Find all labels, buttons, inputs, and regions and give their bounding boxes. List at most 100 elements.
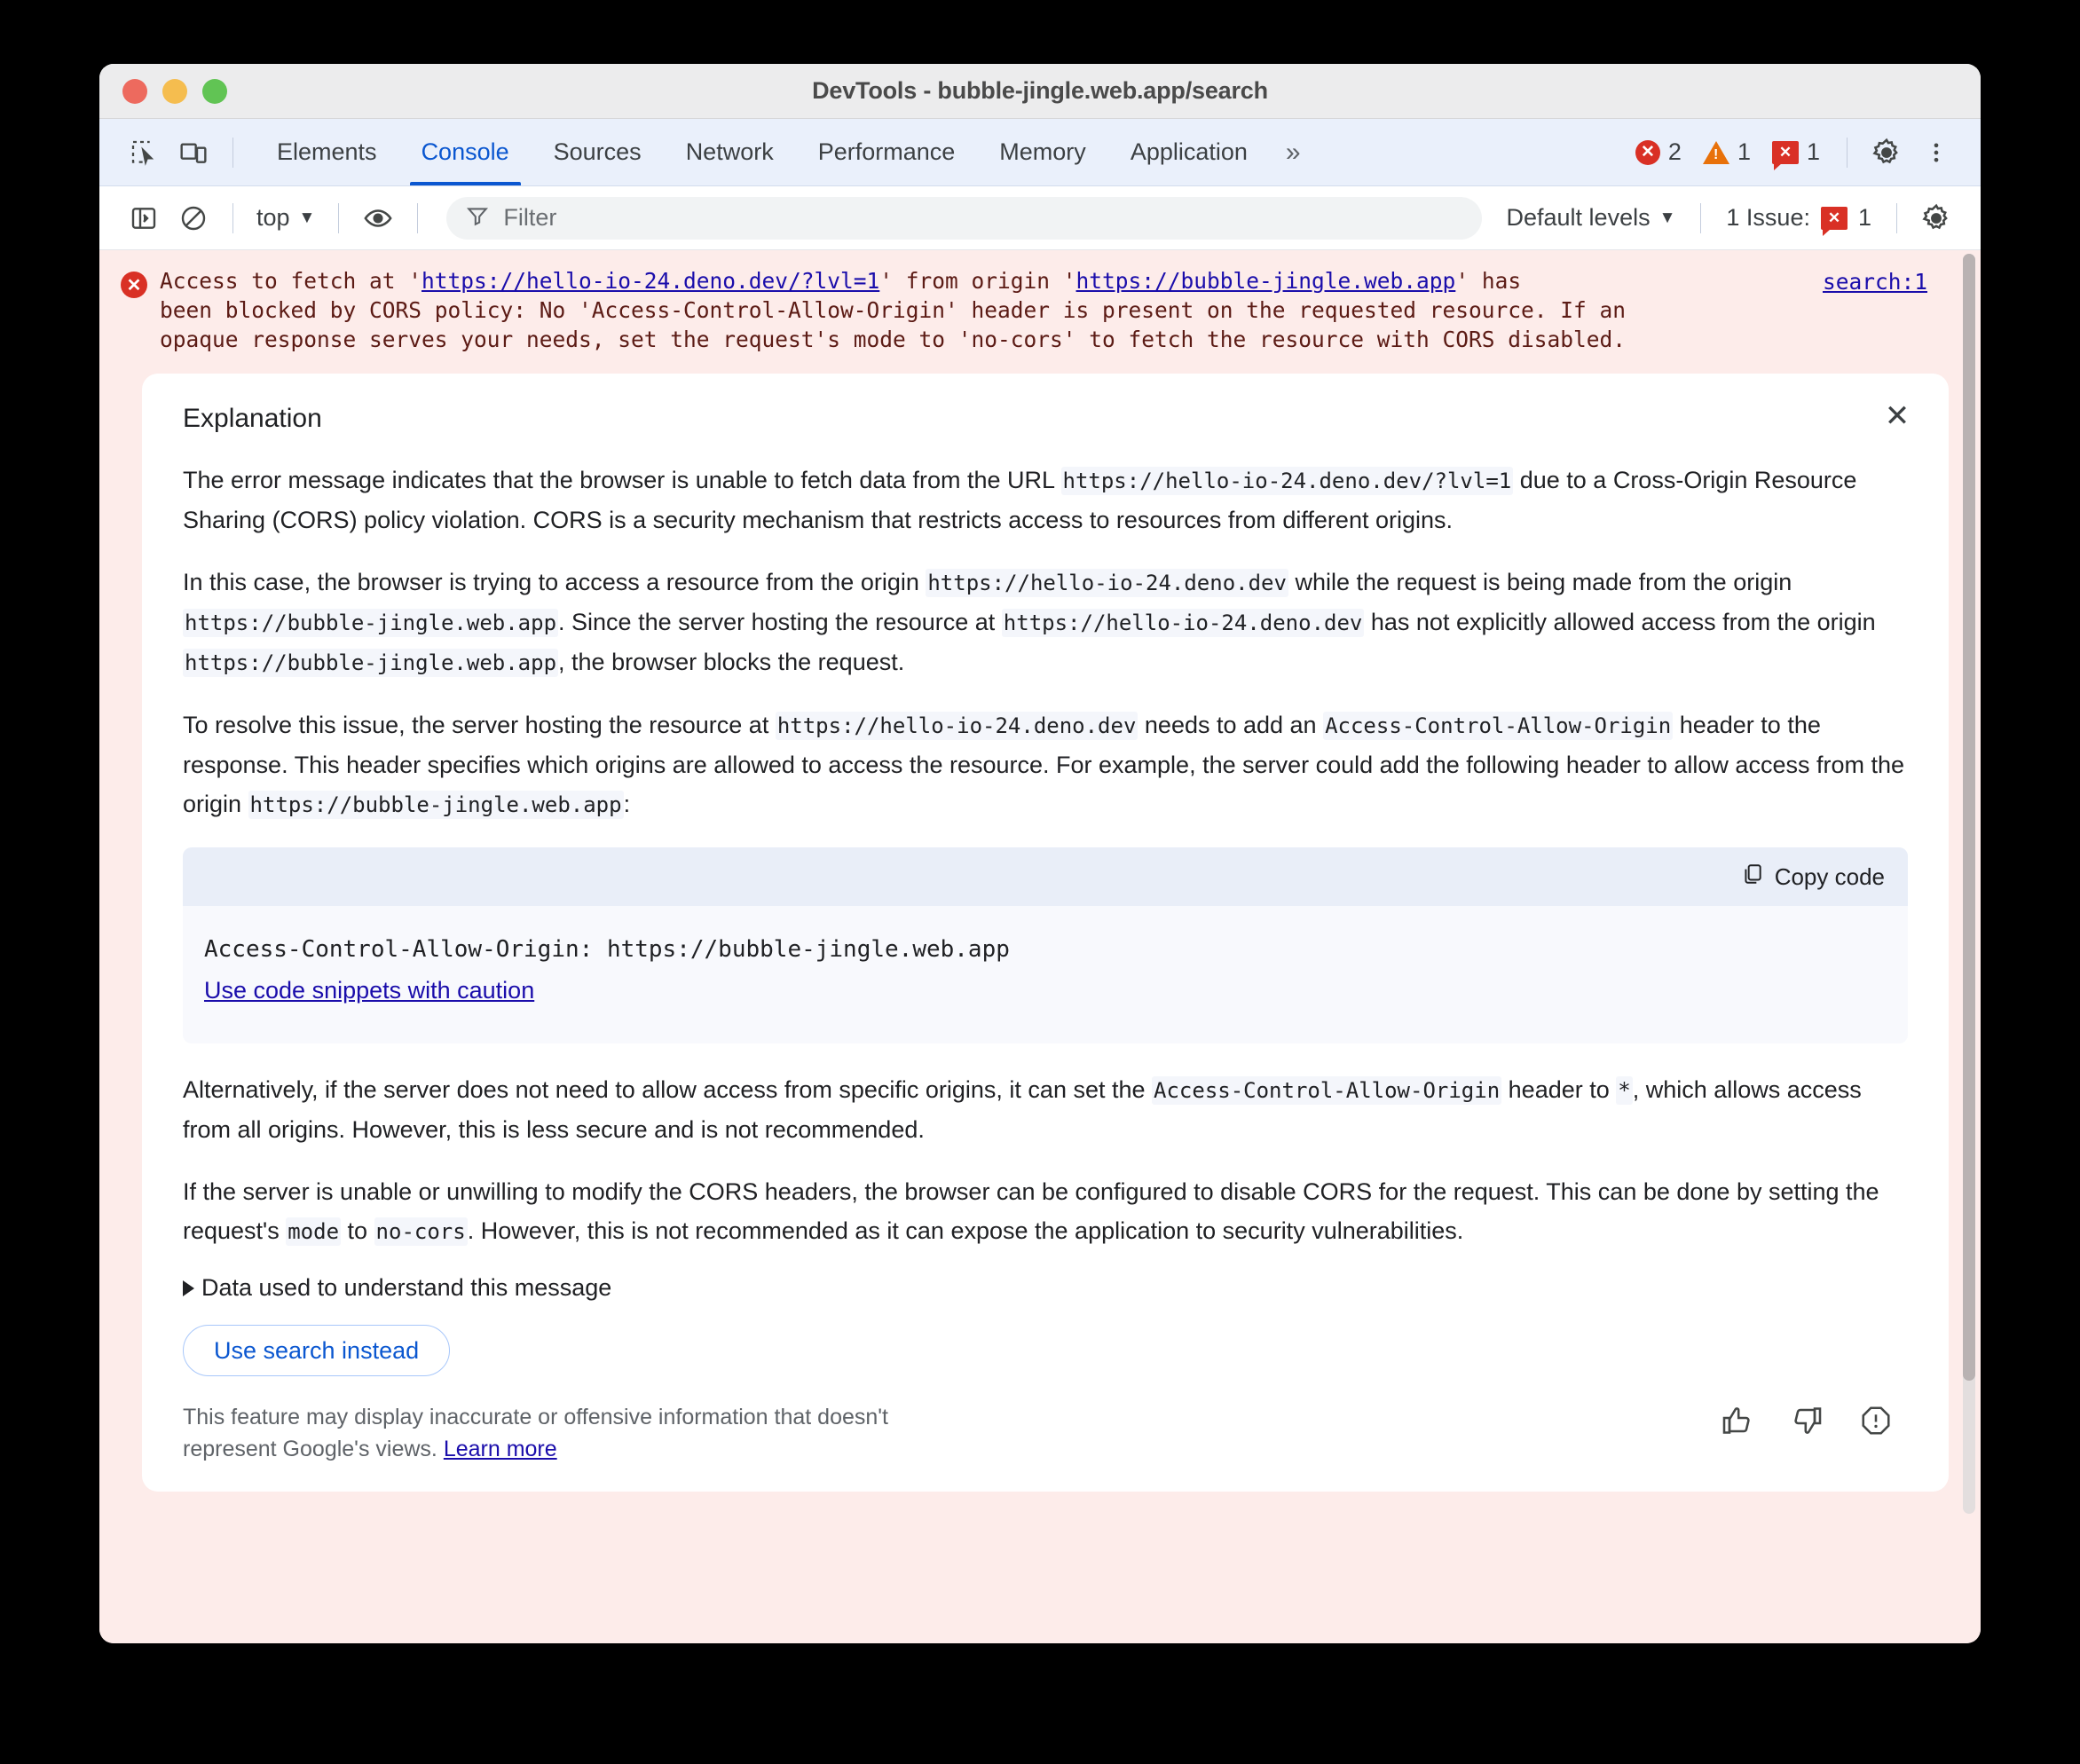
- gear-icon[interactable]: [1862, 128, 1911, 177]
- chevron-right-icon: [183, 1280, 194, 1296]
- p3-code-3: https://bubble-jingle.web.app: [248, 791, 624, 819]
- console-sidebar-icon[interactable]: [119, 193, 169, 243]
- error-count: 2: [1667, 138, 1682, 165]
- tab-elements[interactable]: Elements: [255, 119, 399, 185]
- chevron-down-icon: ▼: [298, 208, 316, 227]
- tab-console[interactable]: Console: [399, 119, 532, 185]
- tab-application[interactable]: Application: [1108, 119, 1270, 185]
- p1-text-a: The error message indicates that the bro…: [183, 467, 1061, 493]
- feedback-icons: [1718, 1401, 1908, 1440]
- p3-text-a: To resolve this issue, the server hostin…: [183, 712, 776, 738]
- copy-icon: [1741, 862, 1764, 892]
- learn-more-link[interactable]: Learn more: [444, 1437, 557, 1461]
- window-title: DevTools - bubble-jingle.web.app/search: [812, 77, 1268, 104]
- explanation-footer: This feature may display inaccurate or o…: [183, 1401, 1908, 1465]
- execution-context-value: top: [256, 204, 290, 231]
- tab-performance[interactable]: Performance: [796, 119, 978, 185]
- disclaimer-text: This feature may display inaccurate or o…: [183, 1401, 981, 1465]
- p2-text-c: . Since the server hosting the resource …: [558, 609, 1002, 635]
- error-line-3: opaque response serves your needs, set t…: [160, 327, 1627, 352]
- data-used-label: Data used to understand this message: [201, 1274, 612, 1301]
- use-search-instead-button[interactable]: Use search instead: [183, 1325, 451, 1376]
- console-scrollbar[interactable]: [1963, 254, 1975, 1514]
- error-circle-icon: ✕: [1635, 139, 1660, 165]
- close-icon[interactable]: ✕: [1878, 397, 1917, 436]
- filter-icon: [466, 204, 489, 232]
- divider: [338, 202, 340, 233]
- code-caution-link[interactable]: Use code snippets with caution: [204, 977, 534, 1004]
- code-snippet-text: Access-Control-Allow-Origin: https://bub…: [204, 936, 1010, 963]
- chevron-down-icon: ▼: [1658, 208, 1676, 227]
- warning-triangle-icon: [1702, 140, 1729, 164]
- error-url-link-1[interactable]: https://hello-io-24.deno.dev/?lvl=1: [422, 268, 879, 294]
- log-levels-dropdown[interactable]: Default levels ▼: [1496, 204, 1687, 232]
- inspect-element-icon[interactable]: [119, 128, 169, 177]
- warning-counter[interactable]: 1: [1702, 138, 1751, 166]
- explanation-paragraph-1: The error message indicates that the bro…: [183, 461, 1908, 539]
- code-snippet-header: Copy code: [183, 847, 1908, 906]
- console-toolbar: top ▼ Default levels: [99, 186, 1981, 250]
- copy-code-button[interactable]: Copy code: [1741, 862, 1885, 892]
- filter-input[interactable]: [503, 204, 1462, 232]
- explanation-paragraph-5: If the server is unable or unwilling to …: [183, 1172, 1908, 1251]
- data-used-disclosure[interactable]: Data used to understand this message: [183, 1274, 1908, 1302]
- title-bar: DevTools - bubble-jingle.web.app/search: [99, 64, 1981, 119]
- console-error-message[interactable]: ✕ Access to fetch at 'https://hello-io-2…: [99, 250, 1981, 361]
- p4-text-a: Alternatively, if the server does not ne…: [183, 1076, 1153, 1103]
- filter-box[interactable]: [446, 196, 1482, 240]
- more-tabs-icon[interactable]: »: [1270, 138, 1313, 168]
- execution-context-selector[interactable]: top ▼: [248, 204, 324, 232]
- tab-memory[interactable]: Memory: [977, 119, 1108, 185]
- p4-code-1: Access-Control-Allow-Origin: [1152, 1076, 1502, 1105]
- copy-code-label: Copy code: [1774, 862, 1885, 890]
- live-expression-icon[interactable]: [353, 193, 403, 243]
- p5-code-2: no-cors: [374, 1217, 468, 1246]
- p2-code-3: https://hello-io-24.deno.dev: [1001, 609, 1365, 637]
- console-error-text: Access to fetch at 'https://hello-io-24.…: [160, 266, 1981, 354]
- source-location-link[interactable]: search:1: [1823, 269, 1927, 295]
- p4-code-2: *: [1616, 1076, 1633, 1105]
- p5-text-b: to: [341, 1217, 374, 1244]
- devtools-window: DevTools - bubble-jingle.web.app/search …: [99, 64, 1981, 1643]
- clear-console-icon[interactable]: [169, 193, 218, 243]
- error-part-2: ' from origin ': [879, 268, 1076, 294]
- issue-bubble-icon: ✕: [1771, 140, 1799, 170]
- tab-sources[interactable]: Sources: [532, 119, 664, 185]
- code-snippet-content: Access-Control-Allow-Origin: https://bub…: [183, 906, 1908, 1043]
- error-url-link-2[interactable]: https://bubble-jingle.web.app: [1076, 268, 1456, 294]
- console-settings-gear-icon[interactable]: [1911, 193, 1961, 243]
- explanation-paragraph-2: In this case, the browser is trying to a…: [183, 563, 1908, 682]
- code-snippet-block: Copy code Access-Control-Allow-Origin: h…: [183, 847, 1908, 1043]
- thumb-down-icon[interactable]: [1787, 1401, 1826, 1440]
- divider: [232, 137, 233, 168]
- error-counter[interactable]: ✕ 2: [1635, 138, 1682, 166]
- explanation-card: Explanation ✕ The error message indicate…: [142, 374, 1949, 1492]
- divider: [1847, 137, 1848, 168]
- devtools-tab-bar: Elements Console Sources Network Perform…: [99, 119, 1981, 186]
- panel-tabs: Elements Console Sources Network Perform…: [255, 119, 1313, 185]
- issue-counter[interactable]: ✕ 1: [1771, 138, 1820, 170]
- issues-summary[interactable]: 1 Issue: ✕ 1: [1715, 204, 1882, 236]
- kebab-menu-icon[interactable]: [1911, 128, 1961, 177]
- p2-code-1: https://hello-io-24.deno.dev: [926, 569, 1288, 597]
- p3-text-d: :: [623, 791, 631, 817]
- log-levels-label: Default levels: [1506, 204, 1651, 231]
- console-scrollbar-thumb[interactable]: [1963, 254, 1975, 1381]
- warning-count: 1: [1737, 138, 1751, 165]
- error-part-1: Access to fetch at ': [160, 268, 422, 294]
- explanation-title: Explanation: [183, 404, 322, 433]
- divider: [232, 202, 233, 233]
- p2-text-d: has not explicitly allowed access from t…: [1364, 609, 1876, 635]
- report-icon[interactable]: [1856, 1401, 1895, 1440]
- thumb-up-icon[interactable]: [1718, 1401, 1757, 1440]
- p2-text-a: In this case, the browser is trying to a…: [183, 569, 926, 595]
- divider: [1700, 202, 1702, 233]
- error-part-3: ' has: [1455, 268, 1522, 294]
- issue-count: 1: [1806, 138, 1820, 165]
- divider: [1896, 202, 1897, 233]
- screen: DevTools - bubble-jingle.web.app/search …: [0, 0, 2080, 1764]
- device-toolbar-icon[interactable]: [169, 128, 218, 177]
- p4-text-b: header to: [1501, 1076, 1617, 1103]
- tab-network[interactable]: Network: [664, 119, 796, 185]
- p2-code-4: https://bubble-jingle.web.app: [183, 649, 559, 677]
